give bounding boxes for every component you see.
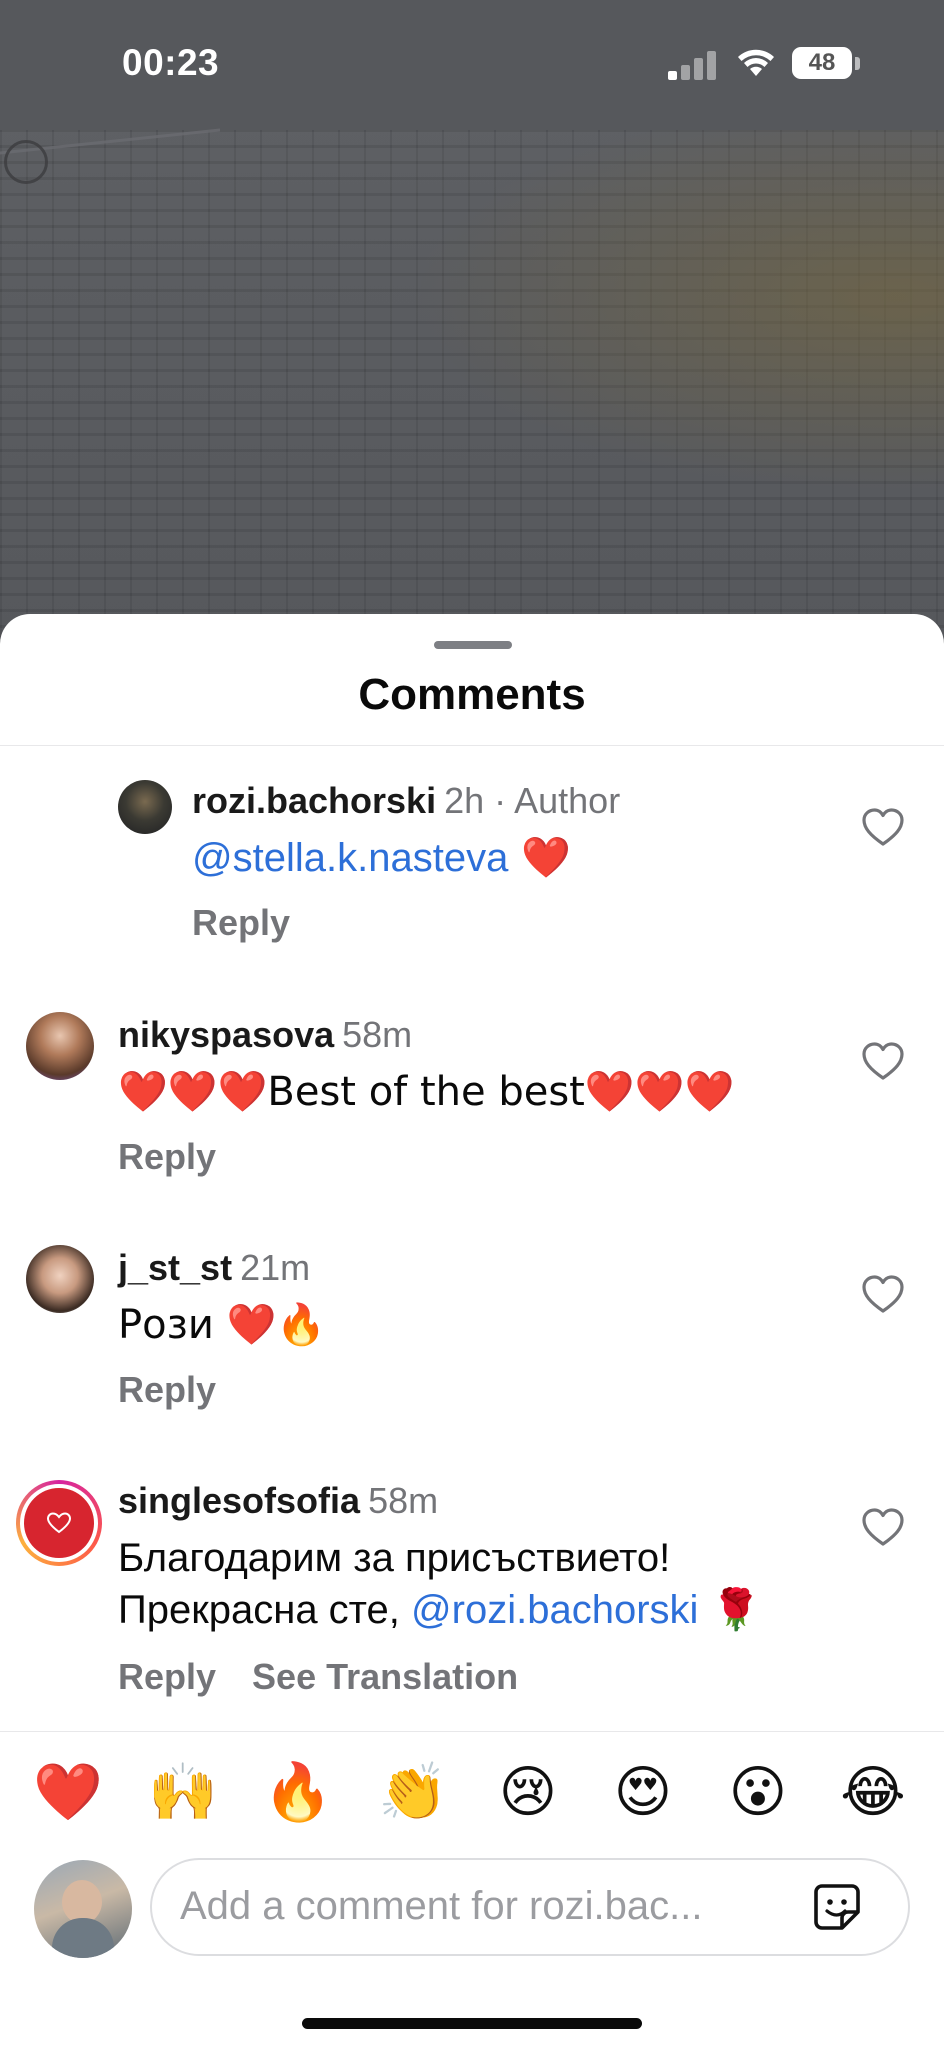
comment-input-placeholder: Add a comment for rozi.bac... [180, 1884, 703, 1928]
comment-meta: 58m [342, 1014, 413, 1055]
comment-meta: 21m [240, 1247, 311, 1288]
wifi-icon [738, 49, 774, 76]
reaction-heart-eyes-icon[interactable]: 😍 [603, 1752, 683, 1832]
status-time: 00:23 [122, 42, 220, 83]
battery-icon: 48 [792, 47, 852, 79]
sheet-grabber-handle[interactable] [434, 641, 512, 649]
comment-mention[interactable]: @rozi.bachorski [411, 1588, 698, 1632]
sticker-icon[interactable] [812, 1882, 862, 1932]
heart-icon[interactable] [860, 1040, 906, 1082]
heart-icon[interactable] [860, 1273, 906, 1315]
avatar[interactable] [26, 1012, 94, 1080]
reaction-crying-face-icon[interactable]: 😢 [488, 1752, 568, 1832]
status-bar: 00:23 48 [0, 0, 944, 130]
reaction-surprised-face-icon[interactable]: 😮 [718, 1752, 798, 1832]
reaction-tears-of-joy-icon[interactable]: 😂 [833, 1752, 913, 1832]
story-ring-avatar[interactable] [16, 1480, 102, 1566]
comment-username[interactable]: j_st_st [118, 1247, 232, 1288]
comment-text: ❤️❤️❤️Best of the best❤️❤️❤️ [118, 1069, 735, 1115]
composer-divider [0, 1731, 944, 1732]
avatar[interactable] [26, 1245, 94, 1313]
cellular-signal-icon [668, 48, 718, 80]
battery-cap [855, 57, 860, 70]
comment-text-emoji: 🌹 [698, 1587, 761, 1633]
video-bicycle-wheel [4, 140, 48, 184]
home-indicator[interactable] [302, 2018, 642, 2029]
comment-username[interactable]: singlesofsofia [118, 1480, 360, 1521]
heart-icon[interactable] [860, 1506, 906, 1548]
singles-of-sofia-logo-icon [24, 1488, 94, 1558]
comment-text: Рози ❤️🔥 [118, 1302, 327, 1348]
comment-mention[interactable]: @stella.k.nasteva [192, 836, 508, 880]
sheet-title: Comments [358, 670, 586, 719]
reply-button[interactable]: Reply [192, 902, 290, 943]
reaction-fire-icon[interactable]: 🔥 [258, 1752, 338, 1832]
comment-meta: 2h · Author [444, 780, 621, 821]
reaction-clapping-hands-icon[interactable]: 👏 [373, 1752, 453, 1832]
reply-button[interactable]: Reply [118, 1369, 216, 1410]
quick-reactions-bar: ❤️ 🙌 🔥 👏 😢 😍 😮 😂 [0, 1752, 944, 1836]
reply-button[interactable]: Reply [118, 1656, 216, 1697]
comment-input[interactable]: Add a comment for rozi.bac... [150, 1858, 910, 1956]
current-user-avatar[interactable] [34, 1860, 132, 1958]
battery-level: 48 [808, 49, 836, 76]
reaction-raising-hands-icon[interactable]: 🙌 [143, 1752, 223, 1832]
comment-text-line-2: Прекрасна сте, [118, 1588, 412, 1632]
see-translation-button[interactable]: See Translation [252, 1656, 518, 1697]
heart-icon[interactable] [860, 806, 906, 848]
comment-meta: 58m [368, 1480, 439, 1521]
comment-text: ❤️ [508, 835, 571, 881]
title-divider [0, 745, 944, 746]
comment-username[interactable]: nikyspasova [118, 1014, 334, 1055]
reply-button[interactable]: Reply [118, 1136, 216, 1177]
avatar[interactable] [118, 780, 172, 834]
comment-username[interactable]: rozi.bachorski [192, 780, 436, 821]
reaction-red-heart-icon[interactable]: ❤️ [28, 1752, 108, 1832]
comment-text-line-1: Благодарим за присъствието! [118, 1536, 671, 1580]
